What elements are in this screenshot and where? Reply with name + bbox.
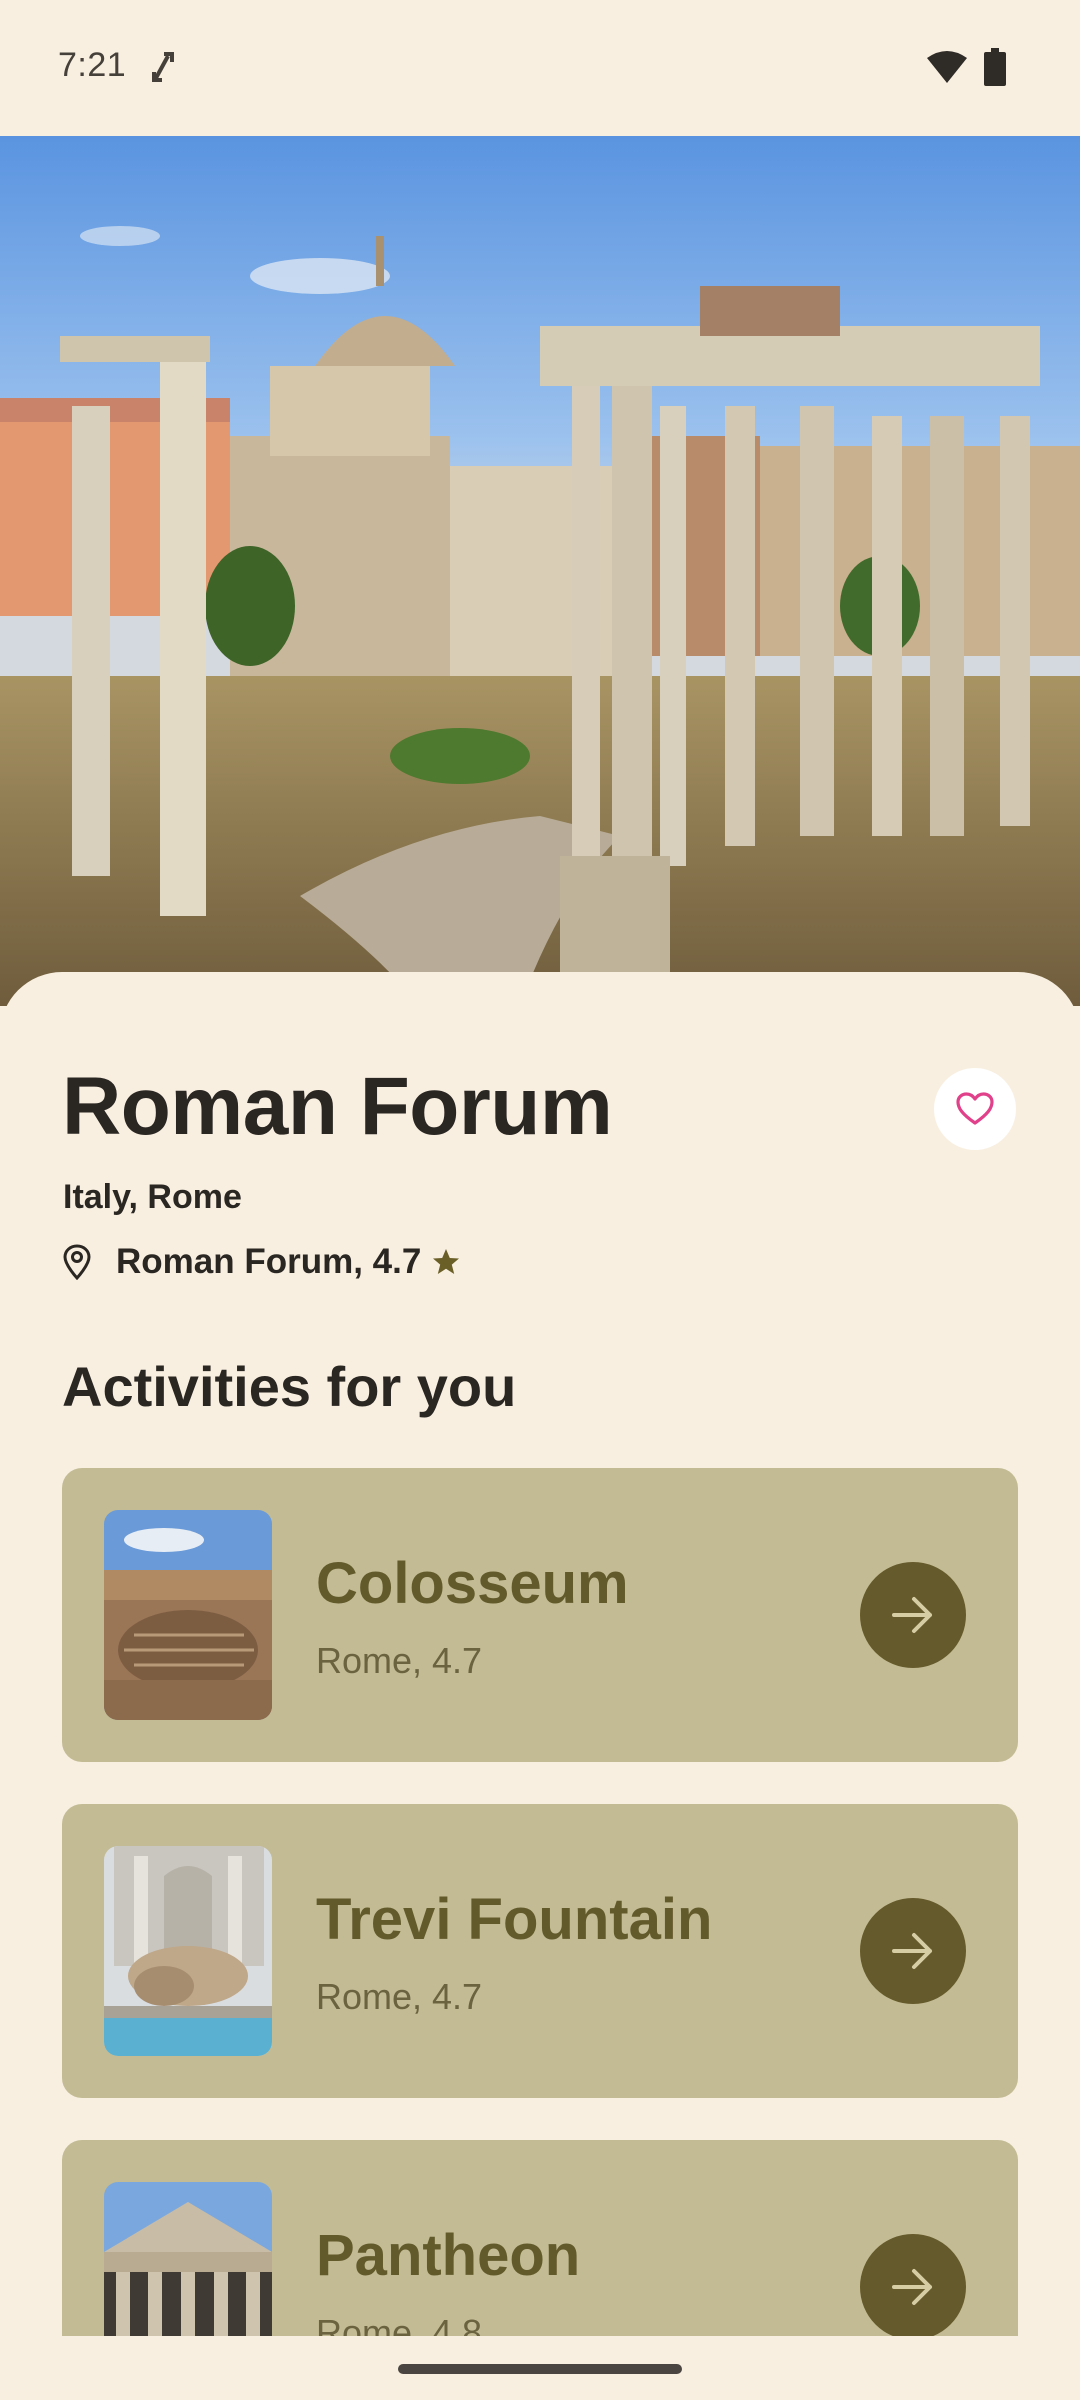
arrow-right-icon xyxy=(892,1933,932,1969)
colosseum-photo xyxy=(104,1510,272,1720)
activity-subtitle: Rome, 4.7 xyxy=(316,1640,483,1681)
pantheon-photo xyxy=(104,2182,272,2336)
place-location: Italy, Rome xyxy=(63,1178,242,1216)
screen: 7:21 Roman Forum Italy, Rome Roman Forum… xyxy=(0,0,1080,2400)
location-pin-icon xyxy=(63,1244,91,1280)
section-title: Activities for you xyxy=(62,1355,517,1418)
activity-title: Pantheon xyxy=(316,2223,581,2288)
trevi-fountain-photo xyxy=(104,1846,272,2056)
arrow-right-icon xyxy=(892,2269,932,2305)
open-activity-button[interactable] xyxy=(860,1898,966,2004)
activity-title: Colosseum xyxy=(316,1551,629,1616)
heart-outline-icon xyxy=(956,1092,994,1125)
activity-title: Trevi Fountain xyxy=(316,1887,713,1952)
open-activity-button[interactable] xyxy=(860,2234,966,2336)
open-activity-button[interactable] xyxy=(860,1562,966,1668)
activity-thumbnail xyxy=(104,1846,272,2056)
activity-subtitle: Rome, 4.8 xyxy=(316,2312,483,2336)
place-meta: Roman Forum, 4.7 xyxy=(62,1240,461,1284)
activity-thumbnail xyxy=(104,1510,272,1720)
home-indicator[interactable] xyxy=(398,2364,682,2374)
place-meta-text: Roman Forum, 4.7 xyxy=(116,1242,422,1281)
activity-card[interactable]: Pantheon Rome, 4.8 xyxy=(62,2140,1018,2336)
activity-card[interactable]: Trevi Fountain Rome, 4.7 xyxy=(62,1804,1018,2098)
activity-thumbnail xyxy=(104,2182,272,2336)
details-content: Roman Forum Italy, Rome Roman Forum, 4.7… xyxy=(0,0,1080,2336)
activity-card[interactable]: Colosseum Rome, 4.7 xyxy=(62,1468,1018,1762)
place-title: Roman Forum xyxy=(62,1061,613,1152)
favorite-button[interactable] xyxy=(934,1068,1016,1150)
arrow-right-icon xyxy=(892,1597,932,1633)
star-icon xyxy=(433,1249,460,1274)
activity-subtitle: Rome, 4.7 xyxy=(316,1976,483,2017)
